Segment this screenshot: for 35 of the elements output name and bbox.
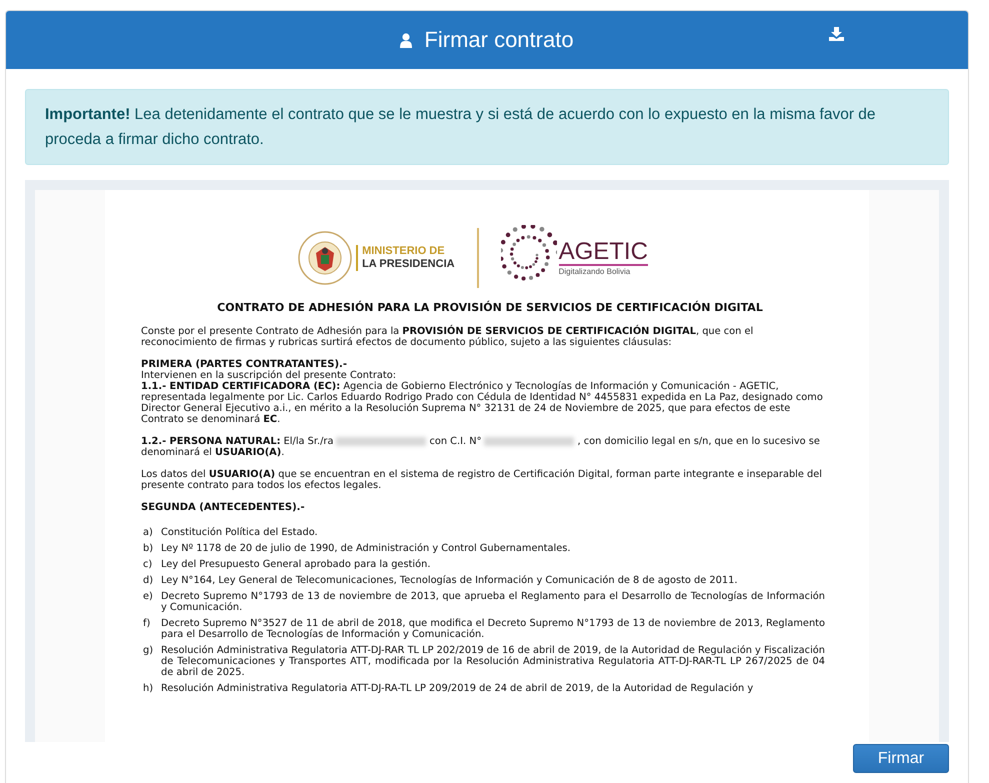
contract-line: Intervienen en la suscripción del presente Contrato: [141,370,398,381]
list-marker: c) [142,559,154,570]
list-marker: d) [142,575,154,586]
contract-paragraph: 1.2.- PERSONA NATURAL: El/la Sr./ra con C.I. N° , con domicilio legal en s/n, que en lo sucesivo se denominará el USUARIO(A). [141,436,821,458]
clause-heading: SEGUNDA (ANTECEDENTES).- [141,502,306,513]
agetic-logo-text: AGETIC [558,240,648,266]
list-item-text: Decreto Supremo N°1793 de 13 de noviembre de 2013, que aprueba el Reglamento para el Desarrollo de Tecnologías de Información y Comunicación. [161,591,825,613]
list-marker: g) [142,645,154,658]
list-marker: h) [142,683,154,694]
list-item-text: Constitución Política del Estado. [161,527,319,538]
list-marker: b) [142,543,154,554]
list-item-text: Ley N°164, Ley General de Telecomunicaciones, Tecnologías de Información y Comunicación de 8 de agosto de 2011. [161,575,738,586]
ministry-logo-text: LA PRESIDENCIA [362,258,455,271]
download-icon [829,27,844,41]
contract-paragraph: Conste por el presente Contrato de Adhesión para la PROVISIÓN DE SERVICIOS DE CERTIFICACIÓN DIGITAL, que con el reconocimiento de firmas y rubricas surtirá efectos de documento público, sujeto a las siguientes cláusulas: [141,326,754,348]
list-item-text: Ley Nº 1178 de 20 de julio de 1990, de Administración y Control Gubernamentales. [161,543,572,554]
user-icon [400,32,412,48]
ministry-logo-text: MINISTERIO DE [362,245,446,258]
important-notice: Importante! Lea detenidamente el contrato que se le muestra y si está de acuerdo con lo expuesto en la misma favor de proceda a firmar dicho contrato. [25,89,949,165]
clause-heading: PRIMERA (PARTES CONTRATANTES).- [141,359,348,370]
list-item-text: Decreto Supremo N°3527 de 11 de abril de 2018, que modifica el Decreto Supremo N°1793 de 13 de noviembre de 2013, Reglamento para el Desarrollo de Tecnologías de Información y Comunicación. [161,618,825,640]
list-marker: f) [142,618,152,631]
list-marker: a) [142,527,154,538]
contract-paragraph: Los datos del USUARIO(A) que se encuentran en el sistema de registro de Certificación Digital, forman parte integrante e inseparable del presente contrato para todos los efectos legales. [141,469,824,491]
sign-button[interactable]: Firmar [853,744,949,773]
list-marker: e) [142,591,154,604]
list-item-text: Resolución Administrativa Regulatoria ATT-DJ-RA-TL LP 209/2019 de 24 de abril de 2019, de la Autoridad de Regulación y [161,683,754,694]
contract-paragraph: 1.1.- ENTIDAD CERTIFICADORA (EC): Agencia de Gobierno Electrónico y Tecnologías de Información y Comunicación - AGETIC, representada legalmente por Lic. Carlos Eduardo Rodrigo Prado con Cédula de Identidad N° 4455831 expedida en La Paz, designado como Director General Ejecutivo a.i., en mérito a la Resolución Suprema N° 32131 de 24 de Noviembre de 2025, que para efectos de este Contrato se denominará EC. [141,381,824,425]
agetic-tagline: Digitalizando Bolivia [558,266,632,276]
seal-emblem-icon [298,231,352,285]
download-button[interactable] [827,25,846,43]
contract-title: CONTRATO DE ADHESIÓN PARA LA PROVISIÓN DE SERVICIOS DE CERTIFICACIÓN DIGITAL [216,302,764,313]
list-item-text: Resolución Administrativa Regulatoria ATT-DJ-RAR TL LP 202/2019 de 16 de abril de 2019, de la Autoridad de Regulación y Fiscalización de Telecomunicaciones y Transportes ATT, modificada por la Resolución Administrativa Regulatoria ATT-DJ-RAR-TL LP 267/2025 de 04 de abril de 2025. [161,645,825,678]
list-item-text: Ley del Presupuesto General aprobado para la gestión. [161,559,432,570]
header-title: Firmar contrato [424,27,574,53]
